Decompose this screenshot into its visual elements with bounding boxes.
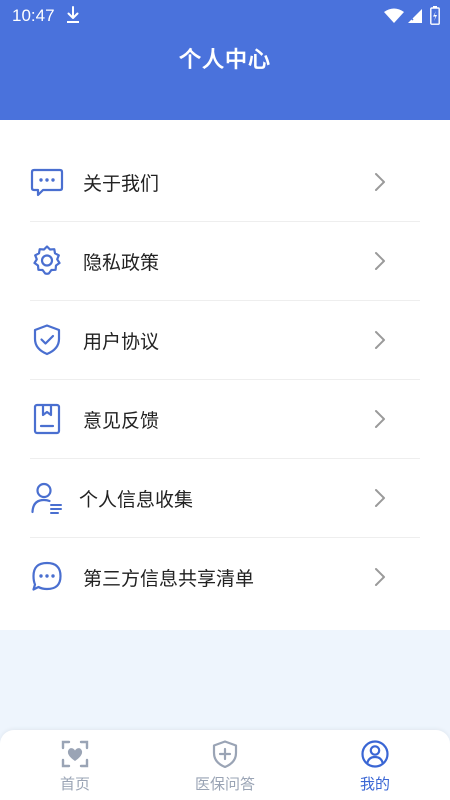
status-bar: 10:47	[0, 0, 450, 32]
chevron-right-icon	[375, 568, 385, 586]
menu-item-about-us[interactable]: 关于我们	[30, 143, 420, 222]
feedback-icon	[33, 403, 61, 435]
chevron-right-icon	[375, 410, 385, 428]
tab-insurance-qa[interactable]: 医保问答	[150, 730, 300, 800]
tab-mine[interactable]: 我的	[300, 730, 450, 800]
home-heart-icon	[61, 740, 89, 768]
user-circle-icon	[361, 740, 389, 768]
chevron-right-icon	[375, 489, 385, 507]
chevron-right-icon	[375, 331, 385, 349]
battery-icon	[430, 6, 440, 25]
profile-screen: 10:47 个人中心 关于我们 隐私政策 用户协议 意见反馈 个人信息收集 第三…	[0, 0, 450, 800]
user-list-icon	[31, 482, 62, 514]
menu-item-privacy-policy[interactable]: 隐私政策	[30, 222, 420, 301]
menu-item-label: 隐私政策	[83, 252, 160, 274]
menu-item-personal-info-collection[interactable]: 个人信息收集	[30, 459, 420, 538]
menu-item-user-agreement[interactable]: 用户协议	[30, 301, 420, 380]
menu-item-label: 意见反馈	[83, 410, 160, 432]
tab-label: 医保问答	[194, 775, 255, 793]
menu-item-label: 个人信息收集	[79, 489, 194, 511]
menu-item-third-party-sharing[interactable]: 第三方信息共享清单	[30, 538, 420, 617]
gear-icon	[33, 245, 61, 275]
message-icon	[30, 168, 64, 197]
chevron-right-icon	[375, 252, 385, 270]
menu-item-label: 用户协议	[83, 331, 160, 353]
signal-icon	[408, 9, 422, 23]
tab-label: 我的	[359, 775, 390, 793]
menu-list: 关于我们 隐私政策 用户协议 意见反馈 个人信息收集 第三方信息共享清单	[0, 120, 450, 630]
shield-plus-icon	[212, 740, 238, 768]
status-time: 10:47	[12, 6, 55, 25]
tab-label: 首页	[59, 775, 90, 793]
page-title: 个人中心	[178, 48, 271, 73]
header: 10:47 个人中心	[0, 0, 450, 120]
chat-dots-icon	[32, 561, 62, 591]
download-icon	[67, 6, 79, 23]
tab-home[interactable]: 首页	[0, 730, 150, 800]
wifi-icon	[384, 8, 404, 23]
menu-item-label: 关于我们	[83, 173, 160, 195]
bottom-nav: 首页 医保问答 我的	[0, 730, 450, 800]
chevron-right-icon	[375, 173, 385, 191]
menu-item-label: 第三方信息共享清单	[83, 568, 255, 590]
menu-item-feedback[interactable]: 意见反馈	[30, 380, 420, 459]
shield-check-icon	[33, 324, 61, 356]
